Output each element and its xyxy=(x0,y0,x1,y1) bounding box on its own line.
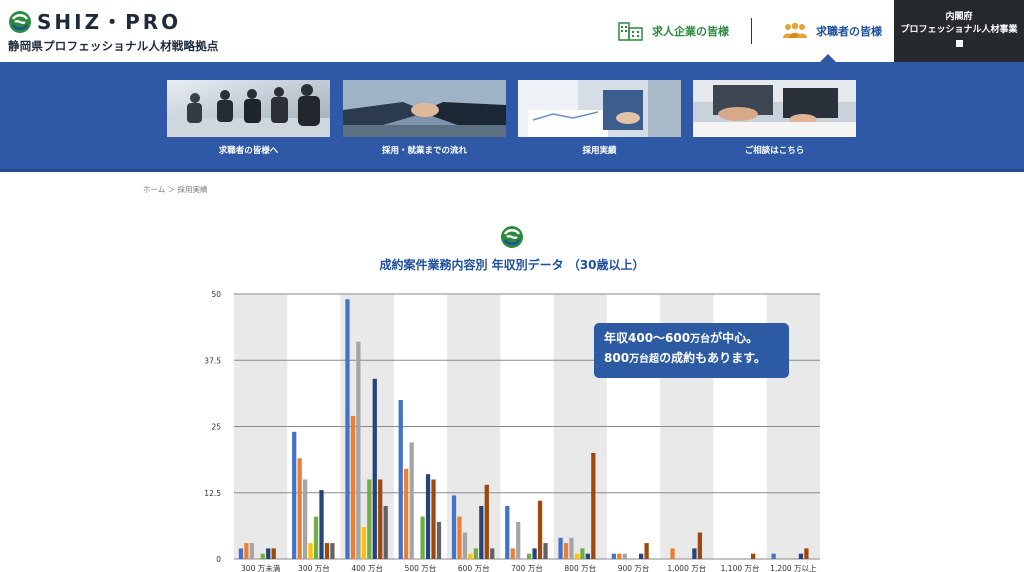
bar xyxy=(398,400,403,559)
bar xyxy=(292,431,297,559)
bar xyxy=(404,468,409,559)
bar xyxy=(484,484,489,559)
bar xyxy=(692,548,697,559)
bar xyxy=(479,506,484,559)
bar xyxy=(436,521,442,559)
bar xyxy=(271,548,276,559)
bar xyxy=(558,537,563,559)
bar xyxy=(409,442,414,559)
bar xyxy=(345,299,350,559)
bar xyxy=(532,548,537,559)
bar xyxy=(361,527,366,559)
x-tick-label: 800 万台 xyxy=(564,563,596,572)
bar xyxy=(451,495,457,559)
y-tick-label: 25 xyxy=(211,423,221,432)
bar xyxy=(639,553,644,559)
y-tick-label: 50 xyxy=(211,290,221,299)
bar xyxy=(383,506,388,559)
y-tick-label: 37.5 xyxy=(204,356,221,365)
bar xyxy=(356,341,361,559)
bar xyxy=(457,516,462,559)
bar xyxy=(527,553,532,559)
bar xyxy=(490,548,495,559)
bar xyxy=(330,543,335,559)
x-tick-label: 700 万台 xyxy=(511,563,543,572)
x-tick-label: 500 万台 xyxy=(405,563,437,572)
x-tick-label: 400 万台 xyxy=(351,563,383,572)
bar xyxy=(367,479,372,559)
bar xyxy=(372,378,377,559)
bar xyxy=(302,479,308,559)
bar xyxy=(804,548,809,559)
bar xyxy=(622,553,627,559)
bar xyxy=(644,543,649,559)
bar xyxy=(751,553,756,559)
bar xyxy=(543,543,548,559)
y-tick-label: 0 xyxy=(216,555,221,564)
bar xyxy=(569,537,574,559)
bar xyxy=(580,548,585,559)
bar xyxy=(244,543,249,559)
x-tick-label: 900 万台 xyxy=(618,563,650,572)
bar xyxy=(505,506,510,559)
callout-line-2: 800万台超の成約もあります。 xyxy=(604,351,766,365)
bar xyxy=(516,521,521,559)
bar xyxy=(585,553,590,559)
bar xyxy=(473,548,478,559)
bar xyxy=(670,548,675,559)
x-tick-label: 1,100 万台 xyxy=(721,563,760,572)
bar xyxy=(260,553,265,559)
chart-callout: 年収400〜600万台が中心。 800万台超の成約もあります。 xyxy=(594,323,789,378)
y-tick-label: 12.5 xyxy=(204,489,221,498)
bar xyxy=(425,474,431,559)
bar xyxy=(308,543,313,559)
bar xyxy=(697,532,702,559)
x-tick-label: 1,000 万台 xyxy=(667,563,706,572)
bar xyxy=(510,548,515,559)
bar xyxy=(591,453,596,559)
bar xyxy=(574,553,580,559)
bar xyxy=(431,479,436,559)
bar xyxy=(378,479,383,559)
x-tick-label: 1,200 万以上 xyxy=(770,564,817,572)
x-tick-label: 300 万台 xyxy=(298,563,330,572)
bar xyxy=(313,516,319,559)
bar xyxy=(468,553,473,559)
callout-line-1: 年収400〜600万台が中心。 xyxy=(604,331,759,345)
bar xyxy=(319,490,324,559)
bar xyxy=(798,553,804,559)
bar xyxy=(238,548,244,559)
bar xyxy=(537,500,543,559)
bar xyxy=(324,543,330,559)
bar xyxy=(611,553,616,559)
x-tick-label: 600 万台 xyxy=(458,563,490,572)
bar xyxy=(420,516,425,559)
bar xyxy=(771,553,776,559)
bar xyxy=(563,543,569,559)
bar xyxy=(617,553,622,559)
x-tick-label: 300 万未満 xyxy=(241,563,281,572)
bar xyxy=(462,532,468,559)
bar xyxy=(297,458,302,559)
bar xyxy=(266,548,271,559)
salary-bar-chart: 0 12.5 25 37.5 50 300 万未満 300 万台 400 万台 500 万台 60… xyxy=(204,290,820,572)
bar xyxy=(350,415,356,559)
bar xyxy=(249,543,254,559)
